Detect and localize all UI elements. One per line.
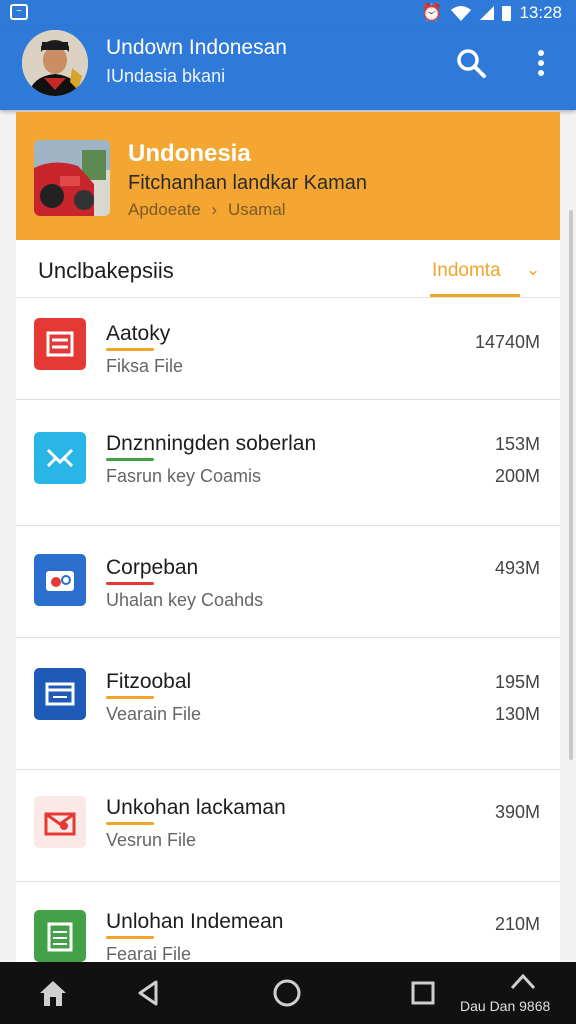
- breadcrumb: Apdoeate › Usamal: [128, 200, 286, 220]
- status-time: 13:28: [519, 3, 562, 22]
- calendar-icon: [34, 796, 86, 848]
- item-name: Aatoky: [106, 322, 171, 345]
- back-button[interactable]: [132, 976, 166, 1010]
- item-size: 390M: [494, 802, 540, 822]
- featured-banner[interactable]: Undonesia Fitchanhan landkar Kaman Apdoe…: [16, 112, 560, 240]
- scrollbar[interactable]: [569, 210, 573, 760]
- home-icon: [40, 981, 66, 1006]
- alarm-icon: ⏰: [421, 3, 443, 22]
- item-name: Unlohan Indemean: [106, 910, 284, 933]
- app-title: Undown Indonesan: [106, 36, 287, 59]
- list-item[interactable]: Fitzoobal Vearain File 195M 130M: [16, 638, 560, 770]
- file-list-panel: Unclbakepsiis Indomta ⌄ Aatoky Fiksa Fil…: [16, 240, 560, 964]
- status-bar: ~ ⏰ 13:28: [0, 0, 576, 26]
- circle-home-icon: [273, 979, 301, 1007]
- item-size: 195M: [494, 672, 540, 692]
- item-accent: [106, 822, 154, 825]
- item-size-secondary: 200M: [494, 466, 540, 486]
- spreadsheet-icon: [34, 910, 86, 962]
- item-name: Fitzoobal: [106, 670, 192, 693]
- item-type: Vesrun File: [106, 830, 197, 850]
- breadcrumb-item[interactable]: Usamal: [228, 200, 286, 219]
- item-type: Uhalan key Coahds: [106, 590, 264, 610]
- item-type: Fasrun key Coamis: [106, 466, 262, 486]
- banner-title: Undonesia: [128, 140, 251, 167]
- list-item[interactable]: Corpeban Uhalan key Coahds 493M: [16, 526, 560, 638]
- item-size: 210M: [494, 914, 540, 934]
- battery-icon: [502, 5, 512, 21]
- document-list-icon: [34, 318, 86, 370]
- notification-icon: ~: [10, 4, 28, 20]
- breadcrumb-item[interactable]: Apdoeate: [128, 200, 201, 219]
- recents-button[interactable]: [406, 976, 440, 1010]
- item-accent: [106, 582, 154, 585]
- photo-icon: [34, 554, 86, 606]
- navigation-bar: Dau Dan 9868: [0, 962, 576, 1024]
- item-type: Vearain File: [106, 704, 202, 724]
- app-subtitle: IUndasia bkani: [106, 66, 226, 86]
- item-accent: [106, 936, 154, 939]
- search-icon: [457, 49, 486, 78]
- item-size: 493M: [494, 558, 540, 578]
- item-size-secondary: 130M: [494, 704, 540, 724]
- item-accent: [106, 348, 154, 351]
- item-size: 153M: [494, 434, 540, 454]
- item-size: 14740M: [474, 332, 540, 352]
- list-item[interactable]: Dnznningden soberlan Fasrun key Coamis 1…: [16, 400, 560, 526]
- filter-label: Indomta: [432, 260, 501, 281]
- filter-dropdown[interactable]: Indomta ⌄: [430, 256, 558, 298]
- list-item[interactable]: Unlohan Indemean Fearai File 210M: [16, 882, 560, 964]
- list-item[interactable]: Aatoky Fiksa File 14740M: [16, 298, 560, 400]
- more-options-button[interactable]: [526, 46, 560, 80]
- wifi-icon: [451, 6, 472, 21]
- chevron-down-icon: ⌄: [526, 260, 541, 279]
- avatar[interactable]: [22, 30, 88, 96]
- signal-icon: [480, 6, 495, 20]
- item-name: Unkohan lackaman: [106, 796, 286, 819]
- nav-label: Dau Dan 9868: [460, 998, 551, 1014]
- banner-subtitle: Fitchanhan landkar Kaman: [128, 172, 368, 194]
- app-bar: Undown Indonesan IUndasia bkani: [0, 26, 576, 110]
- recents-icon: [411, 981, 435, 1005]
- item-name: Corpeban: [106, 556, 199, 579]
- item-type: Fiksa File: [106, 356, 184, 376]
- list-item[interactable]: Unkohan lackaman Vesrun File 390M: [16, 770, 560, 882]
- mail-icon: [34, 432, 86, 484]
- folder-window-icon: [34, 668, 86, 720]
- item-accent: [106, 458, 154, 461]
- breadcrumb-separator: ›: [211, 200, 218, 219]
- section-title: Unclbakepsiis: [38, 258, 174, 283]
- search-button[interactable]: [454, 46, 488, 80]
- home-button[interactable]: [36, 976, 70, 1010]
- back-icon: [138, 980, 158, 1006]
- item-accent: [106, 696, 154, 699]
- item-name: Dnznningden soberlan: [106, 432, 317, 455]
- circle-home-button[interactable]: [270, 976, 304, 1010]
- item-type: Fearai File: [106, 944, 192, 964]
- banner-thumbnail: [34, 140, 110, 216]
- upload-icon: [510, 973, 536, 990]
